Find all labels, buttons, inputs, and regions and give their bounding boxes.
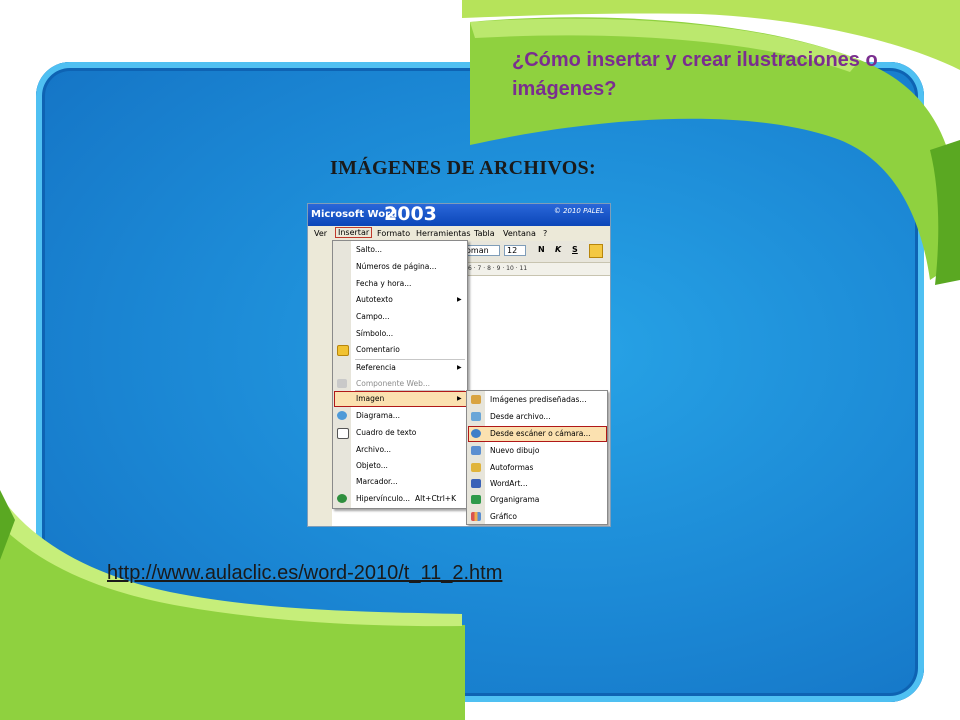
underline-button[interactable]: S [572,245,578,254]
bold-button[interactable]: N [538,245,545,254]
menu-icon-column [333,241,351,508]
menu-item-diagrama[interactable]: Diagrama... [356,409,400,423]
menu-formato[interactable]: Formato [377,229,410,238]
imagen-highlight [334,391,467,407]
menu-item-imagen[interactable]: Imagen ▶ [356,392,462,406]
slide-subtitle: IMÁGENES DE ARCHIVOS: [330,157,596,179]
menu-item-numeros-pagina[interactable]: Números de página... [356,260,437,274]
word-menubar: Ver Insertar Formato Herramientas Tabla … [308,226,610,241]
menu-item-referencia[interactable]: Referencia ▶ [356,361,462,375]
image-submenu: Imágenes prediseñadas... Desde archivo..… [466,390,608,525]
font-name-box[interactable]: oman [463,245,500,256]
word-titlebar: Microsoft Word 2003 © 2010 PALEL [308,204,610,226]
menu-herramientas[interactable]: Herramientas [416,229,471,238]
clipart-icon [471,395,481,404]
menu-item-archivo[interactable]: Archivo... [356,443,391,457]
insert-menu: Salto... Números de página... Fecha y ho… [332,240,468,509]
menu-tabla[interactable]: Tabla [474,229,495,238]
slide-title: ¿Cómo insertar y crear ilustraciones o i… [512,49,878,100]
screenshot-credit: © 2010 PALEL [553,207,604,215]
hipervinculo-label: Hipervínculo... [356,494,411,503]
menu-item-simbolo[interactable]: Símbolo... [356,327,393,341]
submenu-item-organigrama[interactable]: Organigrama [490,493,539,507]
submenu-item-desde-archivo[interactable]: Desde archivo... [490,410,551,424]
web-component-icon [337,379,347,388]
comment-icon [337,345,349,356]
submenu-arrow-icon: ▶ [457,364,462,371]
menu-item-objeto[interactable]: Objeto... [356,459,388,473]
menu-separator [355,390,465,391]
menu-item-cuadro-texto[interactable]: Cuadro de texto [356,426,416,440]
italic-button[interactable]: K [555,245,561,254]
submenu-item-imagenes-predisenadas[interactable]: Imágenes prediseñadas... [490,393,587,407]
chart-icon [471,512,481,521]
drawing-icon [471,446,481,455]
textbox-icon [337,428,349,439]
hyperlink-icon [337,494,347,503]
wordart-icon [471,479,481,488]
menu-item-autotexto[interactable]: Autotexto ▶ [356,293,462,307]
orgchart-icon [471,495,481,504]
menu-item-componente-web: Componente Web... [356,379,431,388]
submenu-item-wordart[interactable]: WordArt... [490,477,528,491]
ruler-marks: 6 · 7 · 8 · 9 · 10 · 11 [468,265,528,272]
menu-insertar[interactable]: Insertar [335,227,373,238]
align-left-icon[interactable] [589,244,603,258]
submenu-item-grafico[interactable]: Gráfico [490,510,517,524]
menu-item-comentario[interactable]: Comentario [356,343,400,357]
menu-ventana[interactable]: Ventana [503,229,536,238]
imagen-label: Imagen [356,394,385,403]
submenu-arrow-icon: ▶ [457,395,462,402]
scanner-icon [471,429,481,438]
menu-ver[interactable]: Ver [314,229,327,238]
diagram-icon [337,411,347,420]
submenu-item-nuevo-dibujo[interactable]: Nuevo dibujo [490,444,539,458]
reference-link[interactable]: http://www.aulaclic.es/word-2010/t_11_2.… [107,562,502,585]
picture-file-icon [471,412,481,421]
menu-help[interactable]: ? [543,229,547,238]
submenu-arrow-icon: ▶ [457,296,462,303]
menu-item-campo[interactable]: Campo... [356,310,390,324]
app-version: 2003 [384,203,437,225]
referencia-label: Referencia [356,363,396,372]
submenu-item-autoformas[interactable]: Autoformas [490,461,533,475]
menu-item-hipervinculo[interactable]: Hipervínculo... Alt+Ctrl+K [356,492,456,506]
word-2003-screenshot: Microsoft Word 2003 © 2010 PALEL Ver Ins… [307,203,611,527]
hipervinculo-shortcut: Alt+Ctrl+K [415,494,456,503]
font-size-box[interactable]: 12 [504,245,527,256]
menu-item-marcador[interactable]: Marcador... [356,475,398,489]
menu-separator [355,359,465,360]
autotexto-label: Autotexto [356,295,393,304]
menu-item-salto[interactable]: Salto... [356,243,382,257]
menu-icon-column [467,391,485,524]
submenu-item-desde-escaner[interactable]: Desde escáner o cámara... [490,427,591,441]
autoshapes-icon [471,463,481,472]
menu-item-fecha-hora[interactable]: Fecha y hora... [356,277,411,291]
left-gutter [308,241,332,526]
